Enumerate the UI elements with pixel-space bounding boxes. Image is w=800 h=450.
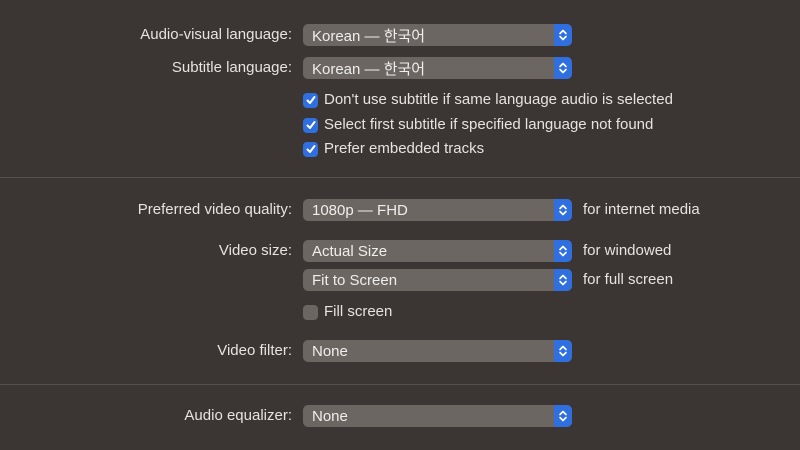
video-quality-label: Preferred video quality: [137, 201, 292, 218]
video-quality-suffix: for internet media [583, 201, 700, 218]
video-size-fullscreen-popup[interactable]: Fit to Screen [303, 269, 572, 291]
popup-value: None [312, 407, 348, 425]
video-size-fullscreen-suffix: for full screen [583, 271, 674, 288]
checkbox-label: Prefer embedded tracks [324, 140, 485, 157]
audio-visual-language-popup[interactable]: Korean — 한국어 [303, 24, 572, 46]
checkbox-label: Fill screen [324, 303, 393, 320]
video-size-windowed-suffix: for windowed [583, 242, 672, 259]
checkbox-empty-icon [303, 304, 318, 320]
video-filter-label: Video filter: [217, 342, 292, 359]
popup-value: Korean — 한국어 [312, 60, 426, 78]
video-size-label: Video size: [218, 242, 292, 259]
audio-equalizer-label: Audio equalizer: [184, 407, 292, 424]
checkbox-label: Select first subtitle if specified langu… [324, 116, 654, 133]
chevron-updown-icon [554, 269, 572, 291]
popup-value: 1080p — FHD [312, 201, 408, 219]
checkbox-prefer-embedded[interactable]: Prefer embedded tracks [303, 139, 484, 159]
checkmark-icon [303, 141, 318, 157]
audio-equalizer-popup[interactable]: None [303, 405, 572, 427]
chevron-updown-icon [554, 57, 572, 79]
chevron-updown-icon [554, 405, 572, 427]
popup-value: Fit to Screen [312, 271, 398, 289]
checkmark-icon [303, 117, 318, 133]
chevron-updown-icon [554, 199, 572, 221]
checkmark-icon [303, 92, 318, 108]
audio-visual-language-label: Audio-visual language: [140, 26, 292, 43]
subtitle-language-popup[interactable]: Korean — 한국어 [303, 57, 572, 79]
video-size-windowed-popup[interactable]: Actual Size [303, 240, 572, 262]
chevron-updown-icon [554, 24, 572, 46]
checkbox-select-first-subtitle[interactable]: Select first subtitle if specified langu… [303, 115, 653, 135]
section-divider [0, 177, 800, 178]
chevron-updown-icon [554, 240, 572, 262]
checkbox-fill-screen[interactable]: Fill screen [303, 302, 392, 322]
checkbox-dont-use-subtitle[interactable]: Don't use subtitle if same language audi… [303, 90, 673, 110]
section-divider [0, 384, 800, 385]
popup-value: None [312, 342, 348, 360]
video-filter-popup[interactable]: None [303, 340, 572, 362]
popup-value: Actual Size [312, 242, 388, 260]
checkbox-label: Don't use subtitle if same language audi… [324, 91, 673, 108]
popup-value: Korean — 한국어 [312, 27, 426, 45]
chevron-updown-icon [554, 340, 572, 362]
subtitle-language-label: Subtitle language: [171, 59, 292, 76]
video-quality-popup[interactable]: 1080p — FHD [303, 199, 572, 221]
